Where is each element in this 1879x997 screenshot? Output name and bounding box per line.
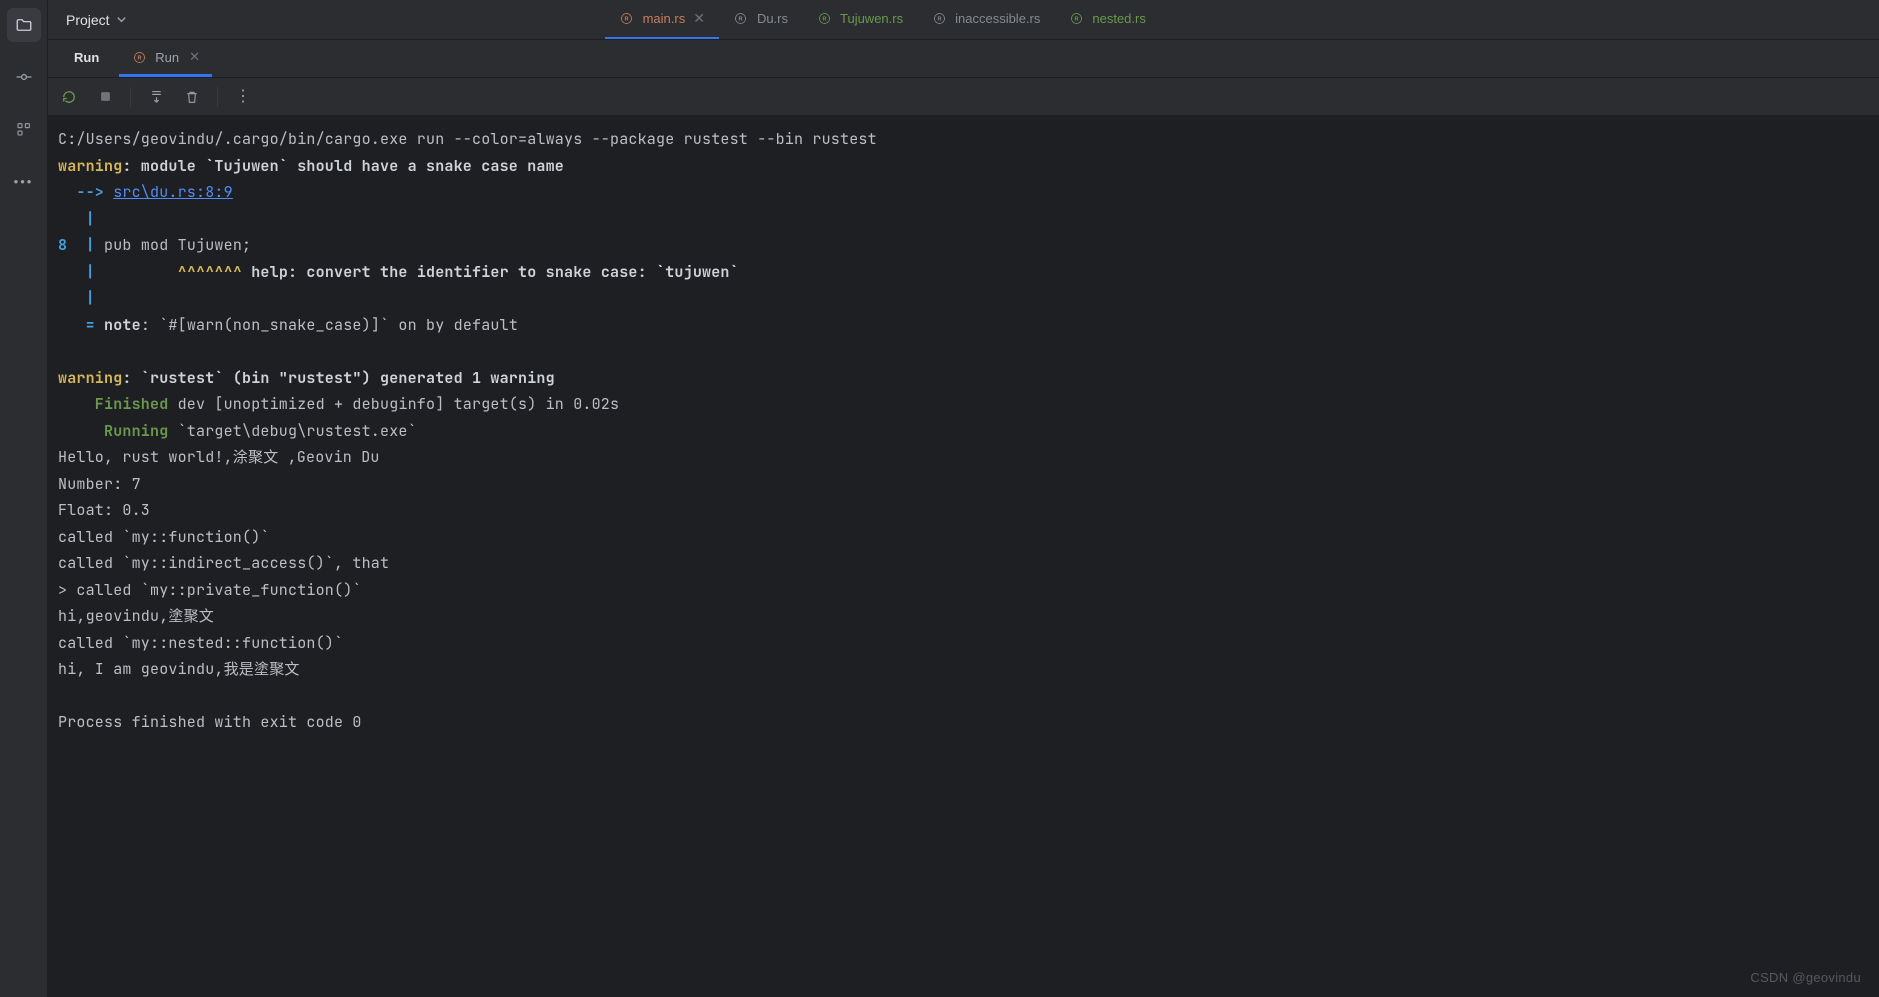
ellipsis-icon: ••• bbox=[14, 174, 34, 189]
structure-tool-button[interactable] bbox=[7, 112, 41, 146]
trash-icon bbox=[184, 89, 200, 105]
rust-icon: R bbox=[1068, 11, 1084, 27]
svg-text:R: R bbox=[822, 16, 826, 22]
rust-icon: R bbox=[733, 11, 749, 27]
source-link[interactable]: src\du.rs:8:9 bbox=[113, 182, 233, 202]
commit-tool-button[interactable] bbox=[7, 60, 41, 94]
more-actions-button[interactable]: ⋮ bbox=[232, 86, 254, 108]
chevron-down-icon bbox=[116, 14, 127, 25]
svg-text:R: R bbox=[1074, 16, 1078, 22]
warn-label: warning bbox=[58, 156, 122, 176]
tab-label: Tujuwen.rs bbox=[840, 11, 903, 26]
stop-icon bbox=[98, 89, 113, 104]
commit-icon bbox=[15, 68, 33, 86]
svg-text:R: R bbox=[137, 55, 141, 61]
rerun-button[interactable] bbox=[58, 86, 80, 108]
running-label: Running bbox=[58, 421, 168, 441]
rust-icon: R bbox=[931, 11, 947, 27]
tab-label: nested.rs bbox=[1092, 11, 1145, 26]
gutter: | bbox=[58, 288, 95, 308]
run-tool-tab[interactable]: Run bbox=[62, 40, 111, 77]
tab-label: main.rs bbox=[643, 11, 686, 26]
carets: ^^^^^^^ bbox=[95, 262, 251, 282]
warn-msg: : `rustest` (bin "rustest") generated 1 … bbox=[122, 368, 554, 388]
running-text: `target\debug\rustest.exe` bbox=[168, 421, 416, 441]
note-eq: = bbox=[58, 315, 104, 335]
cmd-line: C:/Users/geovindu/.cargo/bin/cargo.exe r… bbox=[58, 129, 877, 149]
stdout-block: Hello, rust world!,涂聚文 ,Geovin Du Number… bbox=[58, 447, 389, 732]
note-text: : `#[warn(non_snake_case)]` on by defaul… bbox=[141, 315, 518, 335]
editor-tab-Tujuwen-rs[interactable]: R Tujuwen.rs bbox=[802, 0, 917, 39]
svg-text:R: R bbox=[625, 16, 629, 22]
help-msg: help: convert the identifier to snake ca… bbox=[251, 262, 739, 282]
gutter: 8 | bbox=[58, 235, 95, 255]
project-tool-button[interactable] bbox=[7, 8, 41, 42]
code-line: pub mod Tujuwen; bbox=[95, 235, 251, 255]
rerun-icon bbox=[60, 88, 78, 106]
finished-text: dev [unoptimized + debuginfo] target(s) … bbox=[168, 394, 619, 414]
editor-tab-main-rs[interactable]: Rmain.rs ✕ bbox=[605, 0, 719, 39]
main-area: Project Rmain.rs ✕ R Du.rs R Tujuwen.rs Rinacc… bbox=[48, 0, 1879, 997]
close-icon[interactable]: ✕ bbox=[189, 49, 200, 65]
separator bbox=[130, 87, 131, 107]
finished-label: Finished bbox=[58, 394, 168, 414]
gutter: | bbox=[58, 262, 95, 282]
close-icon[interactable]: ✕ bbox=[693, 10, 705, 27]
editor-tab-inaccessible-rs[interactable]: Rinaccessible.rs bbox=[917, 0, 1054, 39]
rust-icon: R bbox=[816, 11, 832, 27]
tab-label: inaccessible.rs bbox=[955, 11, 1040, 26]
left-tool-rail: ••• bbox=[0, 0, 48, 997]
run-config-label: Run bbox=[155, 50, 179, 65]
rust-icon: R bbox=[619, 11, 635, 27]
editor-tabs: Rmain.rs ✕ R Du.rs R Tujuwen.rs Rinaccessible.… bbox=[605, 0, 1160, 39]
more-tool-button[interactable]: ••• bbox=[7, 164, 41, 198]
warn-label: warning bbox=[58, 368, 122, 388]
arrow: --> bbox=[58, 182, 113, 202]
console-output[interactable]: C:/Users/geovindu/.cargo/bin/cargo.exe r… bbox=[48, 116, 1879, 997]
run-config-tab[interactable]: R Run ✕ bbox=[119, 40, 212, 77]
rust-icon: R bbox=[131, 49, 147, 65]
tab-label: Du.rs bbox=[757, 11, 788, 26]
folder-icon bbox=[15, 16, 33, 34]
stop-button[interactable] bbox=[94, 86, 116, 108]
editor-tab-nested-rs[interactable]: Rnested.rs bbox=[1054, 0, 1159, 39]
project-dropdown[interactable]: Project bbox=[48, 0, 145, 39]
watermark: CSDN @geovindu bbox=[1750, 970, 1861, 985]
clear-button[interactable] bbox=[181, 86, 203, 108]
editor-tab-Du-rs[interactable]: R Du.rs bbox=[719, 0, 802, 39]
note-label: note bbox=[104, 315, 141, 335]
scroll-to-end-button[interactable] bbox=[145, 86, 167, 108]
kebab-icon: ⋮ bbox=[235, 89, 251, 105]
run-toolbar: ⋮ bbox=[48, 78, 1879, 116]
structure-icon bbox=[16, 121, 32, 137]
gutter: | bbox=[58, 209, 95, 229]
warn-msg: : module `Tujuwen` should have a snake c… bbox=[122, 156, 564, 176]
project-label: Project bbox=[66, 12, 110, 28]
separator bbox=[217, 87, 218, 107]
tool-window-tabs: Run R Run ✕ bbox=[48, 40, 1879, 78]
svg-text:R: R bbox=[739, 16, 743, 22]
top-bar: Project Rmain.rs ✕ R Du.rs R Tujuwen.rs Rinacc… bbox=[48, 0, 1879, 40]
svg-text:R: R bbox=[937, 16, 941, 22]
run-tool-label: Run bbox=[74, 50, 99, 65]
scroll-down-icon bbox=[148, 88, 165, 105]
